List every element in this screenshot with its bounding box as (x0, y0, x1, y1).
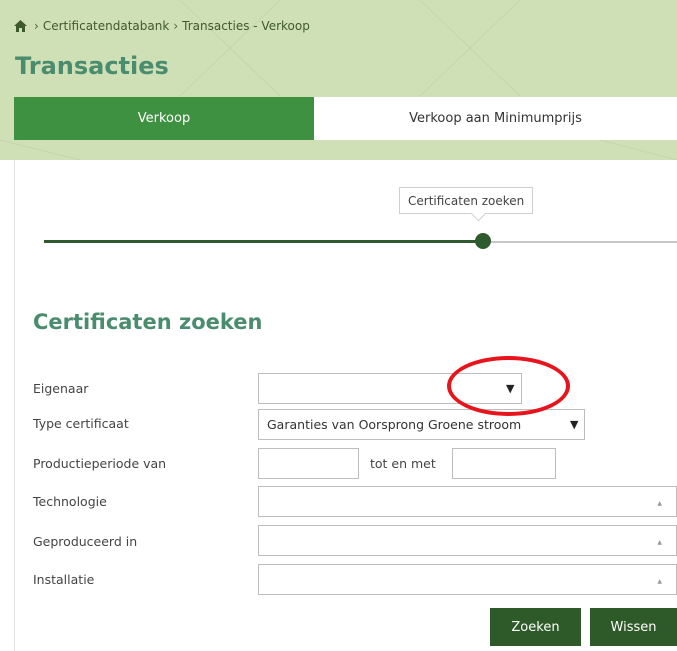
progress-current-step (475, 233, 491, 249)
tab-verkoop-aan-minimumprijs[interactable]: Verkoop aan Minimumprijs (314, 97, 677, 140)
geproduceerd-in-multiselect[interactable]: ▲ (258, 525, 677, 556)
tab-bar: Verkoop Verkoop aan Minimumprijs (14, 97, 677, 140)
breadcrumb-current: Transacties - Verkoop (182, 19, 310, 33)
productieperiode-van-input[interactable] (258, 448, 359, 479)
installatie-multiselect[interactable]: ▲ (258, 564, 677, 595)
tab-verkoop[interactable]: Verkoop (14, 97, 314, 140)
productieperiode-label: Productieperiode van (33, 456, 167, 471)
type-certificaat-label: Type certificaat (33, 416, 129, 431)
triangle-down-icon: ▼ (506, 382, 515, 395)
progress-bar-remaining (491, 241, 677, 243)
wissen-button[interactable]: Wissen (590, 608, 677, 646)
breadcrumb: › Certificatendatabank › Transacties - V… (14, 19, 310, 33)
tot-en-met-label: tot en met (370, 456, 436, 471)
type-certificaat-value: Garanties van Oorsprong Groene stroom (267, 417, 522, 432)
productieperiode-tot-input[interactable] (452, 448, 556, 479)
zoeken-button[interactable]: Zoeken (490, 608, 581, 646)
step-label-tooltip: Certificaten zoeken (399, 187, 534, 214)
eigenaar-label: Eigenaar (33, 381, 89, 396)
technologie-multiselect[interactable]: ▲ (258, 486, 677, 517)
installatie-label: Installatie (33, 572, 95, 587)
breadcrumb-separator: › (34, 19, 39, 33)
breadcrumb-separator: › (173, 19, 179, 33)
section-title: Certificaten zoeken (33, 310, 263, 334)
triangle-up-icon: ▲ (657, 500, 662, 507)
home-icon[interactable] (14, 20, 27, 32)
eigenaar-select[interactable]: ▼ (258, 373, 522, 404)
technologie-label: Technologie (33, 494, 107, 509)
page-header: › Certificatendatabank › Transacties - V… (0, 0, 677, 160)
type-certificaat-select[interactable]: Garanties van Oorsprong Groene stroom ▼ (258, 409, 585, 440)
geproduceerd-in-label: Geproduceerd in (33, 534, 138, 549)
progress-bar-completed (44, 240, 482, 243)
triangle-up-icon: ▲ (657, 578, 662, 585)
triangle-up-icon: ▲ (657, 539, 662, 546)
triangle-down-icon: ▼ (570, 418, 579, 431)
page-title: Transacties (15, 52, 169, 80)
breadcrumb-link-certificatendatabank[interactable]: Certificatendatabank (43, 19, 170, 33)
